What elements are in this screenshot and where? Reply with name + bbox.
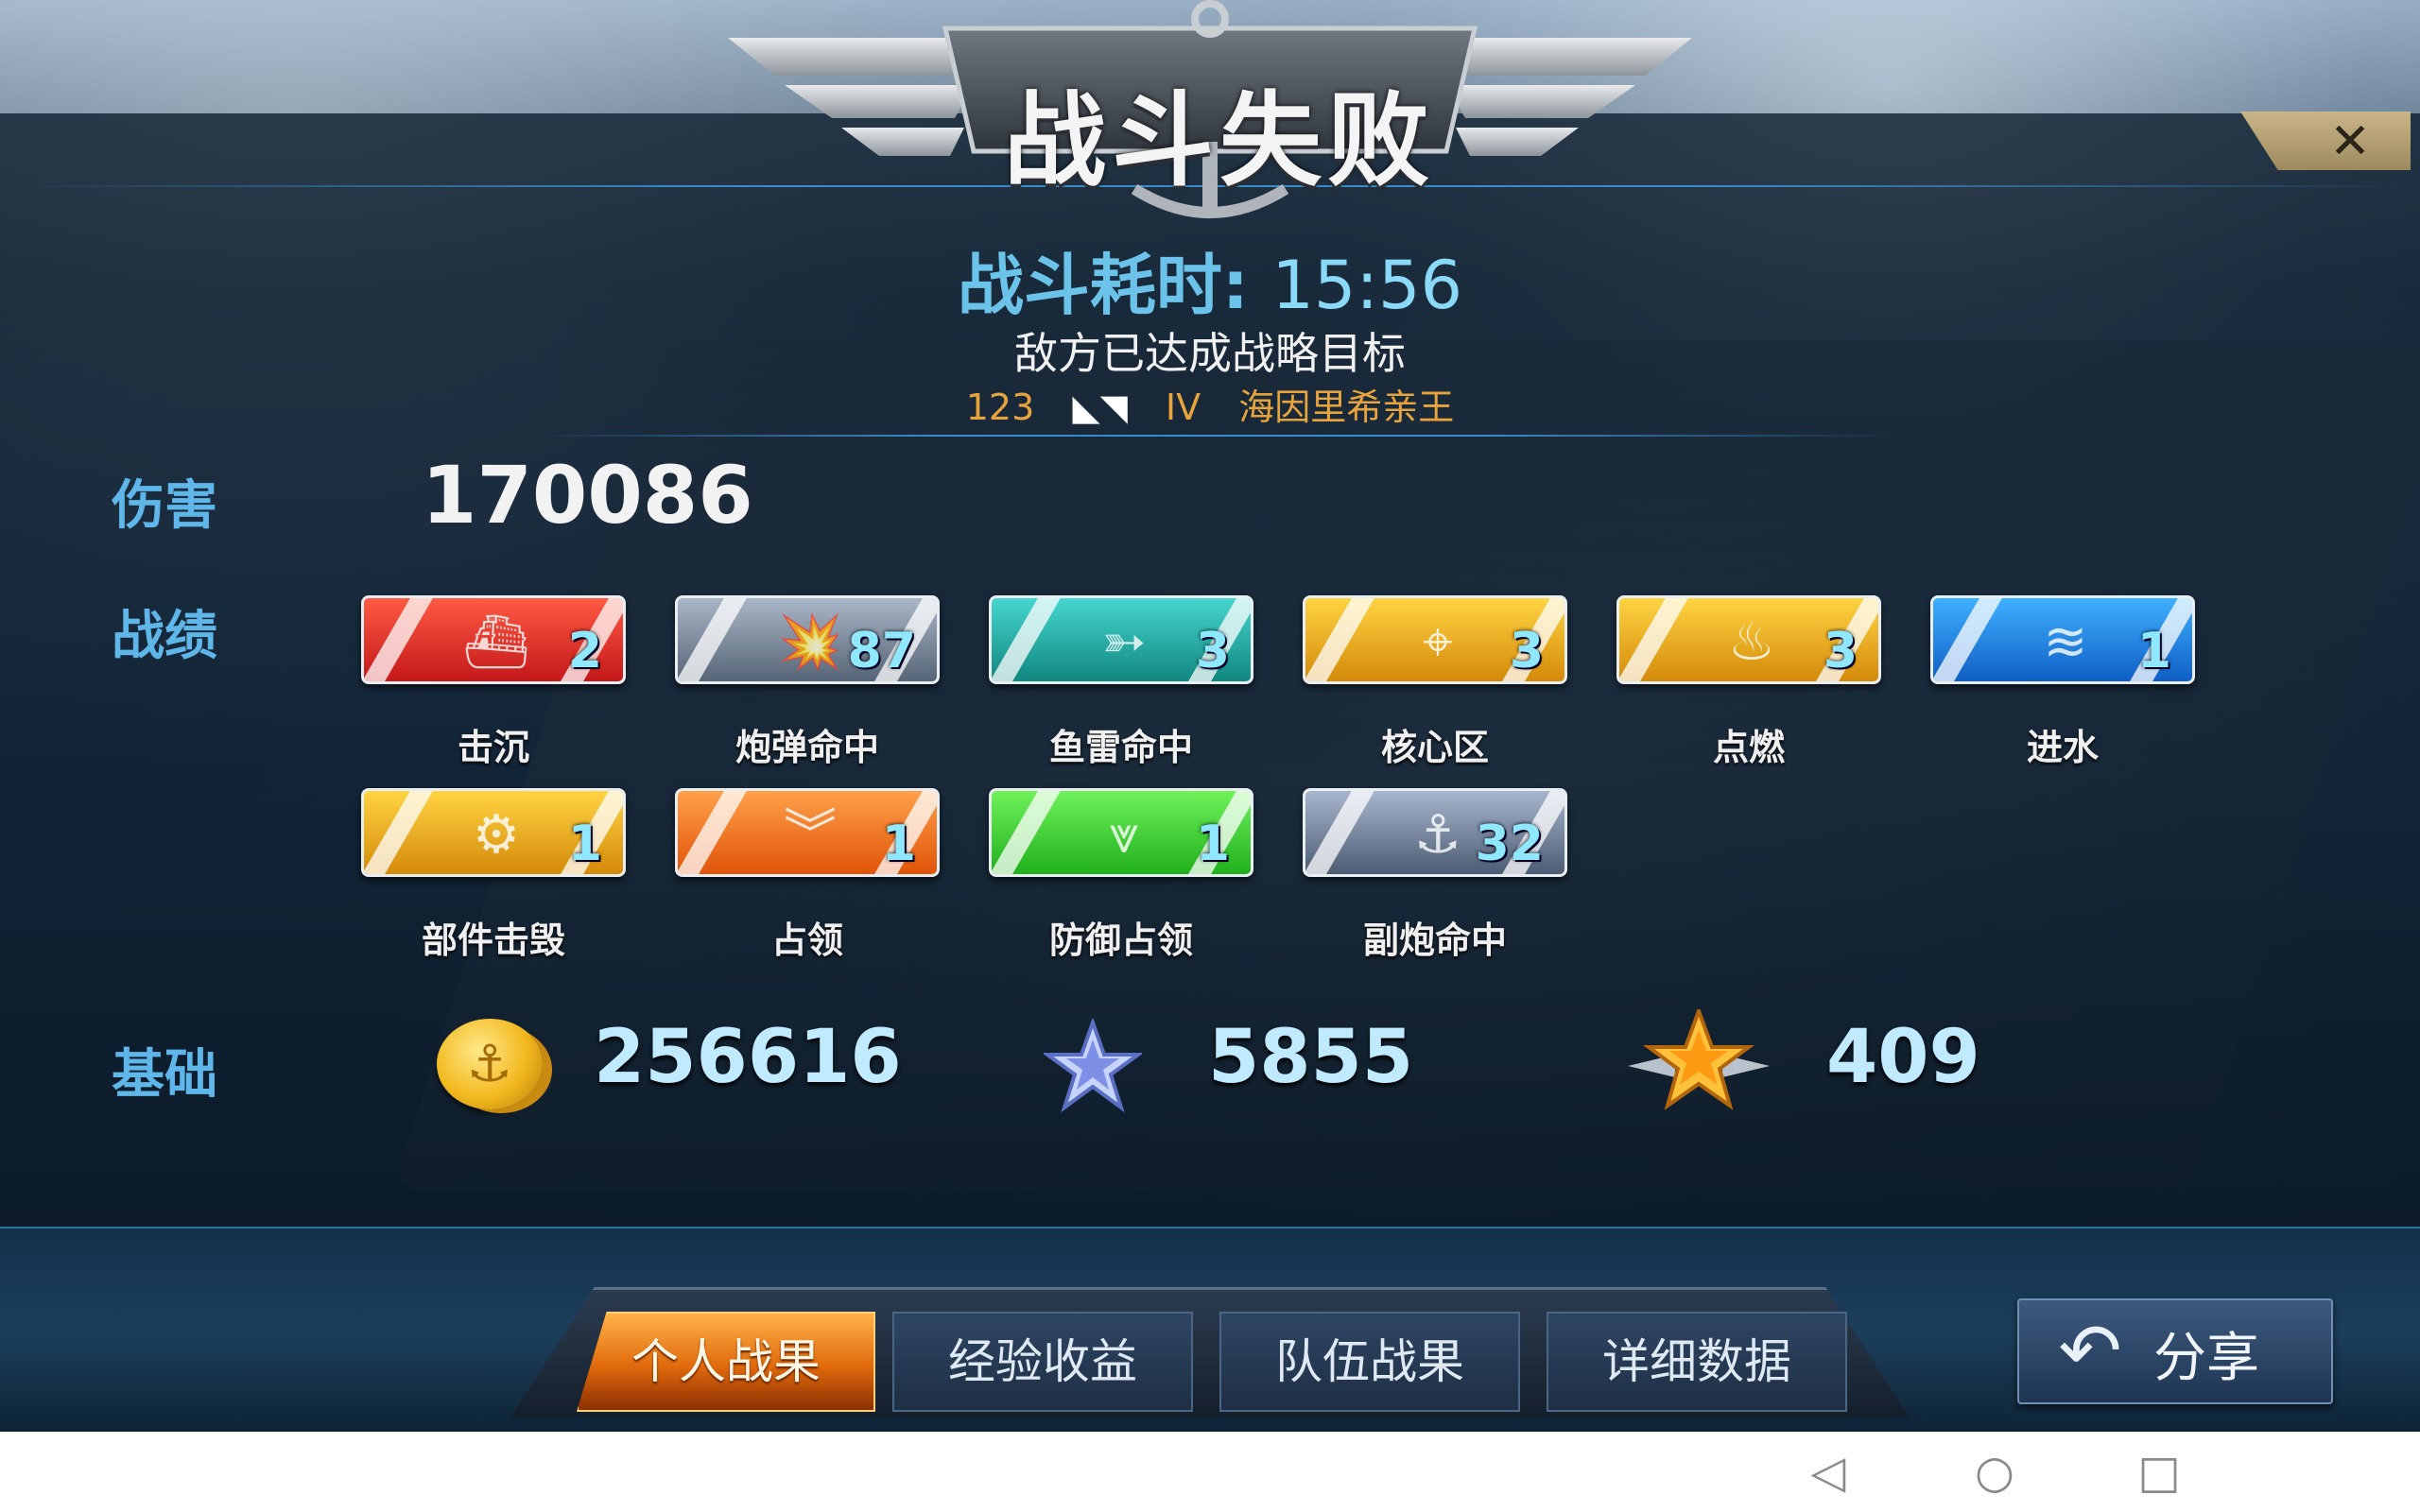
medal-count: 87 [847, 623, 916, 679]
medal-count: 32 [1475, 816, 1544, 872]
chevron-down-icon: ︾ [784, 804, 837, 866]
medal-defend-capture[interactable]: ⩔ 1 [989, 788, 1253, 877]
medal-label: 部件击毁 [421, 919, 565, 961]
medal-label: 击沉 [457, 727, 529, 768]
close-icon[interactable]: ✕ [2325, 117, 2375, 166]
experience-value: 5855 [1208, 1015, 1414, 1100]
medal-flooding[interactable]: ≋ 1 [1930, 595, 2195, 684]
medal-label: 进水 [2026, 727, 2099, 768]
ship-tier: IV [1165, 387, 1201, 428]
medal-label: 核心区 [1380, 727, 1489, 768]
duration-label: 战斗耗时: [957, 247, 1249, 324]
base-label: 基础 [112, 1044, 217, 1106]
medal-module-destroyed[interactable]: ⚙ 1 [361, 788, 626, 877]
flooding-icon: ≋ [2043, 611, 2088, 673]
system-nav-bar [0, 1432, 2420, 1512]
ship-class-icon: ◣◥ [1072, 387, 1128, 428]
credits-value: 256616 [594, 1015, 902, 1100]
achievements-label: 战绩 [112, 606, 217, 667]
medal-label: 副炮命中 [1362, 919, 1507, 961]
medal-count: 3 [1195, 623, 1230, 679]
battle-duration: 战斗耗时: 15:56 [851, 232, 1569, 328]
damage-label: 伤害 [112, 475, 217, 537]
tab-experience-earnings[interactable]: 经验收益 [892, 1312, 1193, 1412]
medal-count: 1 [567, 816, 602, 872]
medal-label: 点燃 [1712, 727, 1785, 768]
sunk-ship-icon: ⛴ [462, 611, 530, 673]
star-icon [1044, 1019, 1142, 1113]
medal-label: 炮弹命中 [735, 727, 879, 768]
captain-star-icon [1628, 1009, 1770, 1110]
medal-label: 鱼雷命中 [1048, 727, 1193, 768]
ship-name: 海因里希亲王 [1238, 387, 1455, 428]
medal-count: 3 [1823, 623, 1858, 679]
fire-icon: ♨ [1727, 611, 1776, 673]
medal-count: 3 [1509, 623, 1544, 679]
share-arrow-icon[interactable]: ↶ [2048, 1312, 2133, 1391]
medal-count: 2 [567, 623, 602, 679]
medal-label: 占领 [770, 919, 843, 961]
tab-personal-results[interactable]: 个人战果 [577, 1312, 875, 1412]
nav-recents-icon[interactable]: □ [2131, 1446, 2187, 1499]
medal-sunk[interactable]: ⛴ 2 [361, 595, 626, 684]
citadel-icon: ⌖ [1423, 611, 1453, 673]
nav-back-icon[interactable]: ◁ [1800, 1446, 1857, 1499]
battle-result-title: 战斗失败 [1003, 82, 1435, 200]
ship-id: 123 [965, 387, 1035, 428]
credits-icon: ⚓ [437, 1019, 543, 1109]
medal-fire[interactable]: ♨ 3 [1616, 595, 1881, 684]
defend-capture-icon: ⩔ [1109, 804, 1139, 866]
medal-torpedo-hits[interactable]: ➳ 3 [989, 595, 1253, 684]
torpedo-icon: ➳ [1101, 611, 1147, 673]
captain-xp-value: 409 [1826, 1015, 1980, 1100]
medal-citadel[interactable]: ⌖ 3 [1303, 595, 1567, 684]
medal-secondary-hits[interactable]: ⚓ 32 [1303, 788, 1567, 877]
tab-team-results[interactable]: 队伍战果 [1219, 1312, 1520, 1412]
medal-count: 1 [881, 816, 916, 872]
medal-count: 1 [2136, 623, 2171, 679]
defeat-reason: 敌方已达成战略目标 [1014, 328, 1406, 379]
damage-value: 170086 [422, 449, 753, 541]
medal-label: 防御占领 [1048, 919, 1193, 961]
ship-info: 123 ◣◥ IV 海因里希亲王 [851, 378, 1569, 430]
tab-detailed-data[interactable]: 详细数据 [1547, 1312, 1847, 1412]
duration-value: 15:56 [1271, 247, 1463, 324]
share-label[interactable]: 分享 [2153, 1315, 2259, 1392]
medal-capture[interactable]: ︾ 1 [675, 788, 940, 877]
medal-shell-hits[interactable]: 💥 87 [675, 595, 940, 684]
medal-count: 1 [1195, 816, 1230, 872]
divider-header [529, 435, 1891, 437]
gear-icon: ⚙ [472, 804, 521, 866]
nav-home-icon[interactable]: ○ [1966, 1446, 2023, 1499]
